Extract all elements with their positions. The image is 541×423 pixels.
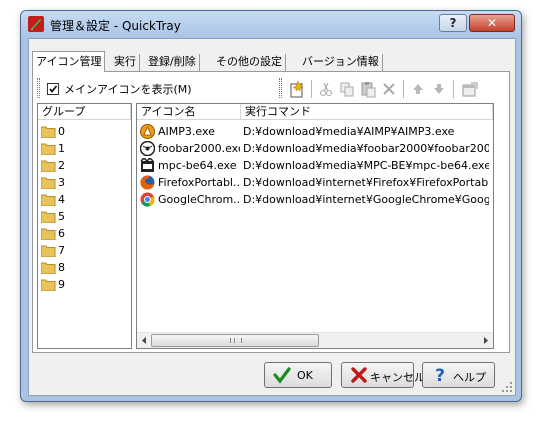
horizontal-scrollbar[interactable] — [137, 332, 493, 348]
command-cell: D:¥download¥media¥foobar2000¥foobar2000.… — [243, 142, 489, 155]
foobar-icon — [140, 141, 155, 156]
toolbar-separator — [403, 80, 404, 98]
toolbar-grip-2[interactable] — [279, 78, 282, 98]
folder-icon — [41, 211, 56, 223]
list-item[interactable]: AIMP3.exe D:¥download¥media¥AIMP¥AIMP3.e… — [139, 124, 491, 141]
group-column-header[interactable]: グループ — [38, 104, 131, 120]
toolbar-separator — [453, 80, 454, 98]
folder-icon — [41, 245, 56, 257]
icon-name-cell: GoogleChrom... — [158, 193, 240, 206]
group-item-label: 4 — [58, 193, 65, 206]
list-item[interactable]: foobar2000.exe D:¥download¥media¥foobar2… — [139, 141, 491, 158]
window-title: 管理＆設定 - QuickTray — [50, 19, 181, 33]
tab-version-info[interactable]: バージョン情報 — [299, 54, 383, 71]
group-item-label: 8 — [58, 261, 65, 274]
group-item-label: 1 — [58, 142, 65, 155]
cancel-label: キャンセル — [370, 371, 425, 384]
list-item[interactable]: mpc-be64.exe D:¥download¥media¥MPC-BE¥mp… — [139, 158, 491, 175]
ok-label: OK — [297, 369, 313, 382]
cancel-button[interactable]: キャンセル — [341, 362, 425, 388]
dialog-client-area: アイコン管理 実行 登録/削除 その他の設定 バージョン情報 メインアイコンを表… — [28, 38, 516, 396]
icon-name-cell: mpc-be64.exe — [158, 159, 237, 172]
icon-name-cell: FirefoxPortabl... — [158, 176, 240, 189]
folder-icon — [41, 194, 56, 206]
help-question-icon: ? — [435, 366, 445, 384]
command-cell: D:¥download¥internet¥Firefox¥FirefoxPort… — [243, 176, 489, 189]
command-cell: D:¥download¥internet¥GoogleChrome¥Google… — [243, 193, 489, 206]
group-item-label: 2 — [58, 159, 65, 172]
svg-text:?: ? — [435, 366, 445, 384]
tab-strip: アイコン管理 実行 登録/削除 その他の設定 バージョン情報 — [32, 51, 512, 72]
resize-grip-icon[interactable] — [501, 381, 513, 393]
chrome-icon — [140, 192, 155, 207]
list-item[interactable]: GoogleChrom... D:¥download¥internet¥Goog… — [139, 192, 491, 209]
folder-icon — [41, 228, 56, 240]
quicktray-app-icon — [28, 16, 44, 32]
toolbar-separator — [311, 80, 312, 98]
scroll-left-icon[interactable] — [140, 336, 149, 345]
folder-icon — [41, 279, 56, 291]
group-item-label: 3 — [58, 176, 65, 189]
icon-management-panel: メインアイコンを表示(M) グループ 0 1 2 3 4 5 6 7 8 9 ア… — [32, 71, 510, 353]
tab-icon-management[interactable]: アイコン管理 — [32, 51, 106, 72]
properties-icon[interactable] — [461, 80, 479, 98]
group-item-label: 9 — [58, 278, 65, 291]
folder-icon — [41, 143, 56, 155]
show-main-icon-label[interactable]: メインアイコンを表示(M) — [64, 81, 192, 97]
checkmark-icon — [49, 85, 58, 93]
title-bar[interactable]: 管理＆設定 - QuickTray ? ✕ — [21, 11, 521, 38]
show-main-icon-checkbox[interactable] — [47, 83, 59, 95]
lists-area: グループ 0 1 2 3 4 5 6 7 8 9 アイコン名 実行コマンド AI… — [33, 103, 509, 353]
help-label: ヘルプ — [453, 371, 486, 384]
toolbar-grip[interactable] — [37, 78, 40, 98]
folder-icon — [41, 126, 56, 138]
folder-icon — [41, 177, 56, 189]
group-list[interactable]: グループ 0 1 2 3 4 5 6 7 8 9 — [37, 103, 132, 349]
tab-other-settings[interactable]: その他の設定 — [213, 54, 286, 71]
icon-list[interactable]: アイコン名 実行コマンド AIMP3.exe D:¥download¥media… — [136, 103, 494, 349]
group-item-label: 7 — [58, 244, 65, 257]
new-item-icon[interactable] — [288, 80, 306, 98]
toolbar: メインアイコンを表示(M) — [33, 76, 509, 102]
arrow-up-icon[interactable] — [409, 80, 427, 98]
title-close-button[interactable]: ✕ — [469, 14, 515, 32]
arrow-down-icon[interactable] — [430, 80, 448, 98]
aimp-icon — [140, 124, 155, 139]
command-cell: D:¥download¥media¥AIMP¥AIMP3.exe — [243, 125, 455, 138]
checkmark-icon — [273, 367, 291, 384]
list-item[interactable]: FirefoxPortabl... D:¥download¥internet¥F… — [139, 175, 491, 192]
copy-icon[interactable] — [338, 80, 356, 98]
icon-name-cell: foobar2000.exe — [158, 142, 240, 155]
delete-icon[interactable] — [380, 80, 398, 98]
folder-icon — [41, 160, 56, 172]
scrollbar-thumb[interactable] — [151, 334, 319, 347]
folder-icon — [41, 262, 56, 274]
icon-name-cell: AIMP3.exe — [158, 125, 215, 138]
dialog-buttons: OK キャンセル ? ヘルプ — [29, 362, 515, 392]
mpc-icon — [140, 158, 154, 172]
firefox-icon — [140, 175, 155, 190]
scroll-right-icon[interactable] — [481, 336, 490, 345]
icon-name-column-header[interactable]: アイコン名 — [137, 104, 241, 120]
command-cell: D:¥download¥media¥MPC-BE¥mpc-be64.exe — [243, 159, 489, 172]
group-item-label: 5 — [58, 210, 65, 223]
tab-run[interactable]: 実行 — [111, 54, 140, 71]
cancel-x-icon — [351, 367, 367, 383]
command-column-header[interactable]: 実行コマンド — [241, 104, 493, 120]
title-help-button[interactable]: ? — [439, 14, 467, 32]
paste-icon[interactable] — [359, 80, 377, 98]
tab-register-delete[interactable]: 登録/削除 — [145, 54, 200, 71]
cut-icon[interactable] — [317, 80, 335, 98]
group-item-label: 6 — [58, 227, 65, 240]
group-item-label: 0 — [58, 125, 65, 138]
dialog-window: 管理＆設定 - QuickTray ? ✕ アイコン管理 実行 登録/削除 その… — [20, 10, 522, 402]
help-button[interactable]: ? ヘルプ — [422, 362, 495, 388]
ok-button[interactable]: OK — [264, 362, 332, 388]
